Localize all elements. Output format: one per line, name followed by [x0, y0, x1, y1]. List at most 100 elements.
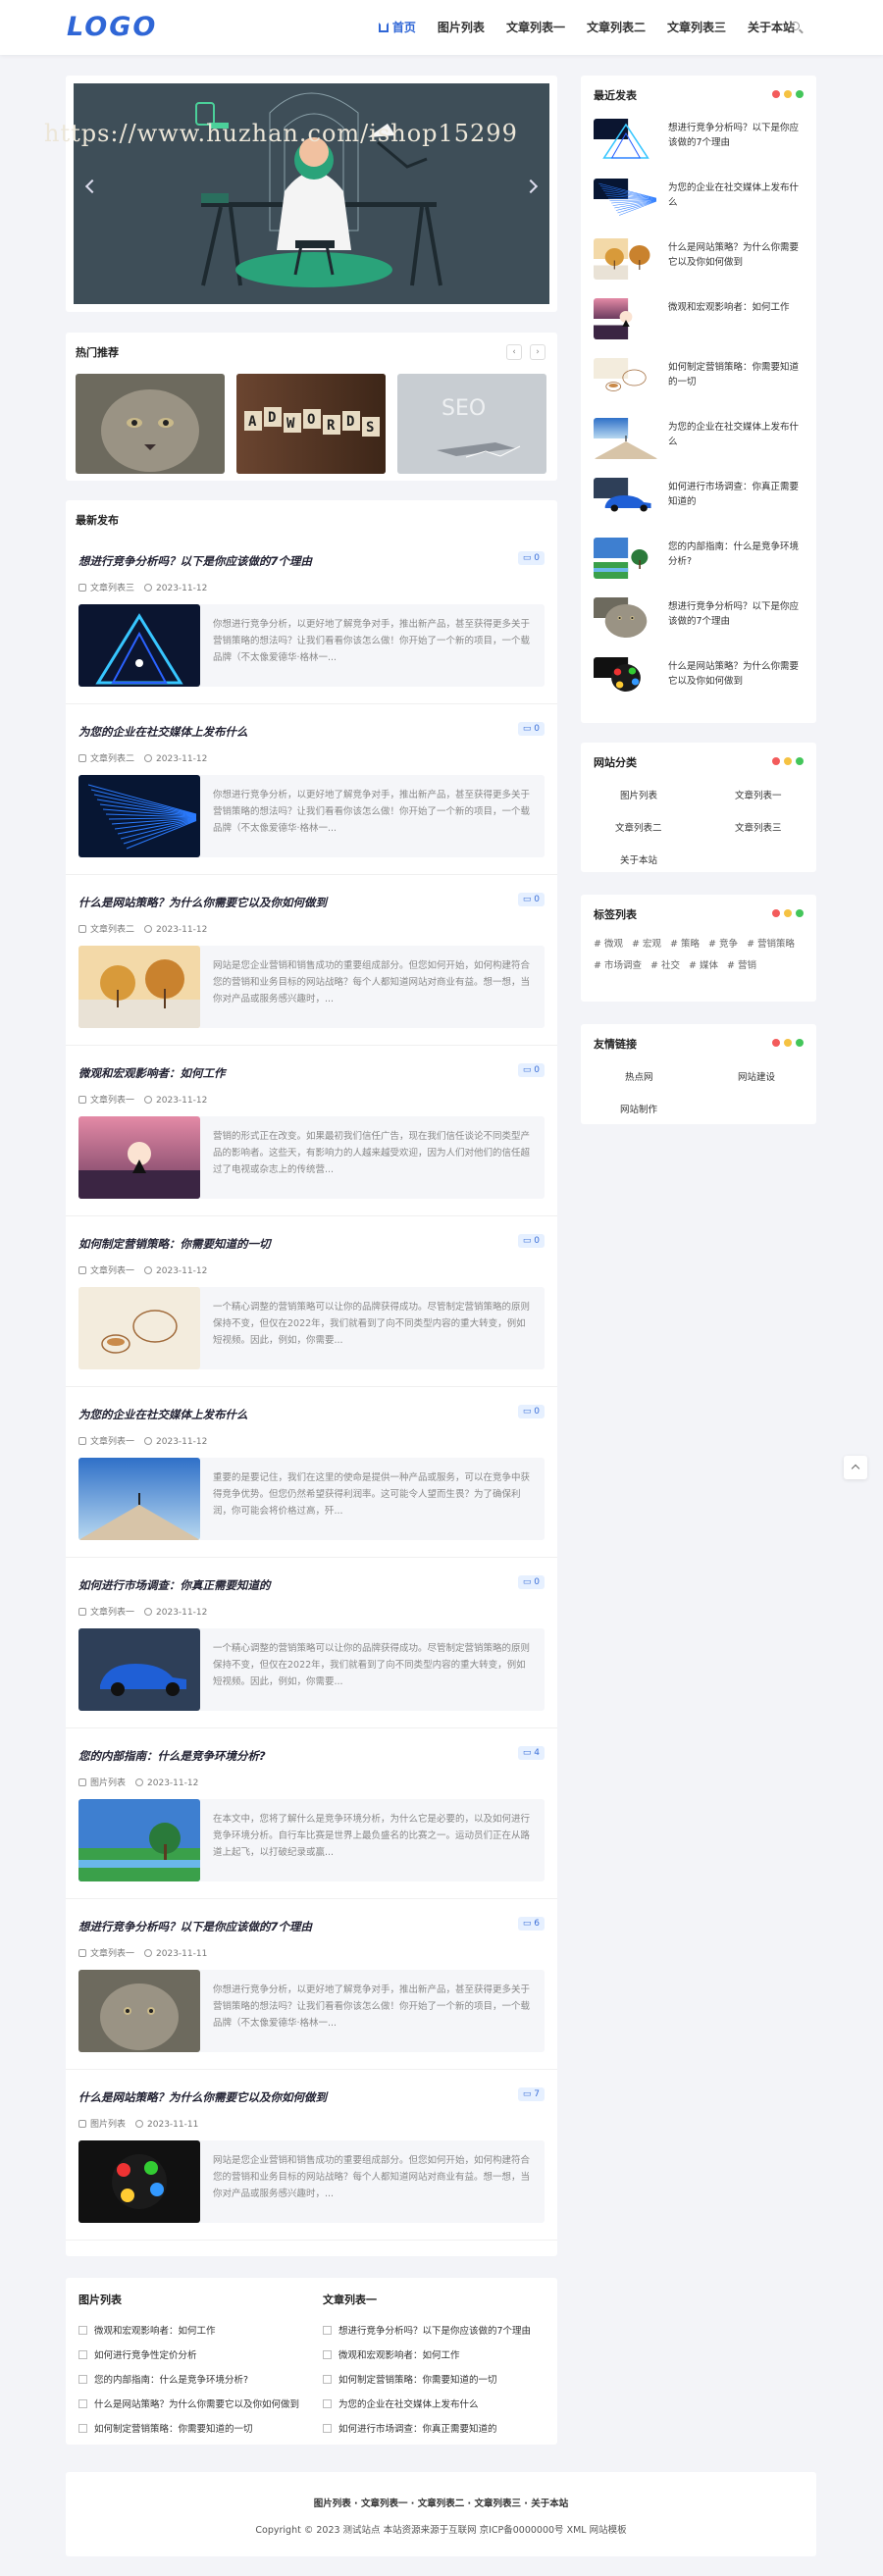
- recent-post-item[interactable]: 为您的企业在社交媒体上发布什么: [594, 418, 805, 463]
- hot-prev-button[interactable]: ‹: [506, 344, 522, 360]
- bottom-list-item[interactable]: 如何制定营销策略：你需要知道的一切: [323, 2372, 544, 2386]
- post-thumbnail[interactable]: [78, 2140, 200, 2223]
- tag-item[interactable]: # 媒体: [689, 960, 718, 971]
- footer-link[interactable]: 图片列表: [314, 2499, 351, 2509]
- category-article-list-1[interactable]: 文章列表一: [735, 788, 782, 801]
- recent-post-title[interactable]: 为您的企业在社交媒体上发布什么: [668, 180, 805, 210]
- post-category[interactable]: 文章列表一: [90, 1949, 134, 1959]
- bottom-list-item[interactable]: 什么是网站策略？为什么你需要它以及你如何做到: [78, 2396, 299, 2410]
- recent-post-title[interactable]: 如何进行市场调查：你真正需要知道的: [668, 480, 805, 509]
- category-image-list[interactable]: 图片列表: [620, 788, 657, 801]
- post-thumbnail[interactable]: [78, 1970, 200, 2052]
- recent-post-title[interactable]: 想进行竞争分析吗？以下是你应该做的7个理由: [668, 599, 805, 629]
- post-title[interactable]: 想进行竞争分析吗？以下是你应该做的7个理由: [78, 1919, 312, 1934]
- post-title[interactable]: 什么是网站策略？为什么你需要它以及你如何做到: [78, 2089, 327, 2105]
- post-title[interactable]: 为您的企业在社交媒体上发布什么: [78, 1407, 248, 1422]
- recent-post-thumbnail[interactable]: [594, 298, 658, 339]
- bottom-list-item[interactable]: 微观和宏观影响者：如何工作: [78, 2323, 299, 2337]
- recent-post-thumbnail[interactable]: [594, 418, 658, 459]
- post-category[interactable]: 文章列表一: [90, 1266, 134, 1276]
- nav-article-list-3[interactable]: 文章列表三: [667, 19, 726, 35]
- post-thumbnail[interactable]: [78, 775, 200, 857]
- recent-post-title[interactable]: 想进行竞争分析吗？以下是你应该做的7个理由: [668, 121, 805, 150]
- recent-post-thumbnail[interactable]: [594, 358, 658, 399]
- post-thumbnail[interactable]: [78, 946, 200, 1028]
- post-item[interactable]: 想进行竞争分析吗？以下是你应该做的7个理由 ▭ 0 文章列表三 2023-11-1…: [66, 538, 557, 704]
- recent-post-title[interactable]: 什么是网站策略？为什么你需要它以及你如何做到: [668, 240, 805, 270]
- bottom-list-item[interactable]: 微观和宏观影响者：如何工作: [323, 2347, 544, 2361]
- tag-item[interactable]: # 策略: [670, 939, 700, 950]
- post-thumbnail[interactable]: [78, 1116, 200, 1199]
- tag-item[interactable]: # 竞争: [708, 939, 738, 950]
- recent-post-title[interactable]: 为您的企业在社交媒体上发布什么: [668, 420, 805, 449]
- post-title[interactable]: 微观和宏观影响者：如何工作: [78, 1065, 226, 1081]
- recent-post-thumbnail[interactable]: [594, 179, 658, 220]
- post-title[interactable]: 为您的企业在社交媒体上发布什么: [78, 724, 248, 740]
- recent-post-thumbnail[interactable]: [594, 657, 658, 698]
- post-category[interactable]: 文章列表二: [90, 754, 134, 764]
- footer-link[interactable]: 关于本站: [531, 2499, 568, 2509]
- recent-post-item[interactable]: 微观和宏观影响者：如何工作: [594, 298, 805, 343]
- category-article-list-3[interactable]: 文章列表三: [735, 820, 782, 834]
- recent-post-thumbnail[interactable]: [594, 597, 658, 639]
- footer-link[interactable]: 文章列表三: [474, 2499, 521, 2509]
- post-title[interactable]: 您的内部指南：什么是竞争环境分析?: [78, 1748, 266, 1764]
- footer-link[interactable]: 文章列表一: [361, 2499, 408, 2509]
- footer-link[interactable]: 文章列表二: [418, 2499, 465, 2509]
- post-title[interactable]: 如何进行市场调查：你真正需要知道的: [78, 1577, 271, 1593]
- hot-item-seo[interactable]: SEO: [397, 374, 546, 474]
- tag-item[interactable]: # 营销策略: [747, 939, 795, 950]
- post-item[interactable]: 为您的企业在社交媒体上发布什么 ▭ 0 文章列表一 2023-11-12 重要的是…: [66, 1391, 557, 1558]
- back-to-top-button[interactable]: [844, 1456, 867, 1479]
- post-thumbnail[interactable]: [78, 1628, 200, 1711]
- recent-post-thumbnail[interactable]: [594, 238, 658, 280]
- bottom-list-item[interactable]: 如何制定营销策略：你需要知道的一切: [78, 2421, 299, 2435]
- hot-next-button[interactable]: ›: [530, 344, 545, 360]
- post-title[interactable]: 想进行竞争分析吗？以下是你应该做的7个理由: [78, 553, 312, 569]
- recent-post-thumbnail[interactable]: [594, 478, 658, 519]
- bottom-list-item[interactable]: 如何进行市场调查：你真正需要知道的: [323, 2421, 544, 2435]
- nav-article-list-2[interactable]: 文章列表二: [587, 19, 646, 35]
- recent-post-title[interactable]: 微观和宏观影响者：如何工作: [668, 300, 805, 315]
- tag-item[interactable]: # 微观: [594, 939, 623, 950]
- recent-post-title[interactable]: 如何制定营销策略：你需要知道的一切: [668, 360, 805, 389]
- bottom-list-item[interactable]: 为您的企业在社交媒体上发布什么: [323, 2396, 544, 2410]
- post-item[interactable]: 您的内部指南：什么是竞争环境分析? ▭ 4 图片列表 2023-11-12 在本文…: [66, 1732, 557, 1899]
- recent-post-item[interactable]: 如何制定营销策略：你需要知道的一切: [594, 358, 805, 403]
- friend-link[interactable]: 网站制作: [620, 1102, 657, 1115]
- post-category[interactable]: 图片列表: [90, 1778, 126, 1788]
- recent-post-item[interactable]: 什么是网站策略？为什么你需要它以及你如何做到: [594, 238, 805, 283]
- nav-article-list-1[interactable]: 文章列表一: [506, 19, 565, 35]
- recent-post-item[interactable]: 为您的企业在社交媒体上发布什么: [594, 179, 805, 224]
- tag-item[interactable]: # 市场调查: [594, 960, 642, 971]
- category-article-list-2[interactable]: 文章列表二: [615, 820, 662, 834]
- recent-post-title[interactable]: 您的内部指南：什么是竞争环境分析?: [668, 540, 805, 569]
- recent-post-thumbnail[interactable]: [594, 119, 658, 160]
- tag-item[interactable]: # 宏观: [632, 939, 661, 950]
- search-icon[interactable]: [791, 22, 800, 30]
- post-category[interactable]: 文章列表一: [90, 1096, 134, 1106]
- nav-about[interactable]: 关于本站: [748, 19, 795, 35]
- post-title[interactable]: 如何制定营销策略：你需要知道的一切: [78, 1236, 271, 1252]
- post-thumbnail[interactable]: [78, 604, 200, 687]
- post-item[interactable]: 微观和宏观影响者：如何工作 ▭ 0 文章列表一 2023-11-12 营销的形式正…: [66, 1050, 557, 1216]
- post-thumbnail[interactable]: [78, 1287, 200, 1369]
- bottom-list-item[interactable]: 您的内部指南：什么是竞争环境分析?: [78, 2372, 299, 2386]
- friend-link[interactable]: 网站建设: [738, 1069, 775, 1083]
- post-item[interactable]: 什么是网站策略？为什么你需要它以及你如何做到 ▭ 0 文章列表二 2023-11-…: [66, 879, 557, 1046]
- recent-post-item[interactable]: 您的内部指南：什么是竞争环境分析?: [594, 538, 805, 583]
- post-category[interactable]: 文章列表一: [90, 1437, 134, 1447]
- post-thumbnail[interactable]: [78, 1799, 200, 1881]
- post-category[interactable]: 文章列表二: [90, 925, 134, 935]
- post-item[interactable]: 如何进行市场调查：你真正需要知道的 ▭ 0 文章列表一 2023-11-12 一个…: [66, 1562, 557, 1728]
- hot-item-lynx[interactable]: [76, 374, 225, 474]
- post-thumbnail[interactable]: [78, 1458, 200, 1540]
- post-item[interactable]: 想进行竞争分析吗？以下是你应该做的7个理由 ▭ 6 文章列表一 2023-11-1…: [66, 1903, 557, 2070]
- tag-item[interactable]: # 营销: [727, 960, 756, 971]
- post-item[interactable]: 什么是网站策略？为什么你需要它以及你如何做到 ▭ 7 图片列表 2023-11-1…: [66, 2074, 557, 2241]
- nav-image-list[interactable]: 图片列表: [438, 19, 485, 35]
- recent-post-item[interactable]: 想进行竞争分析吗？以下是你应该做的7个理由: [594, 119, 805, 164]
- banner-carousel[interactable]: [66, 76, 557, 312]
- post-category[interactable]: 文章列表一: [90, 1608, 134, 1618]
- nav-home[interactable]: 首页: [378, 19, 416, 35]
